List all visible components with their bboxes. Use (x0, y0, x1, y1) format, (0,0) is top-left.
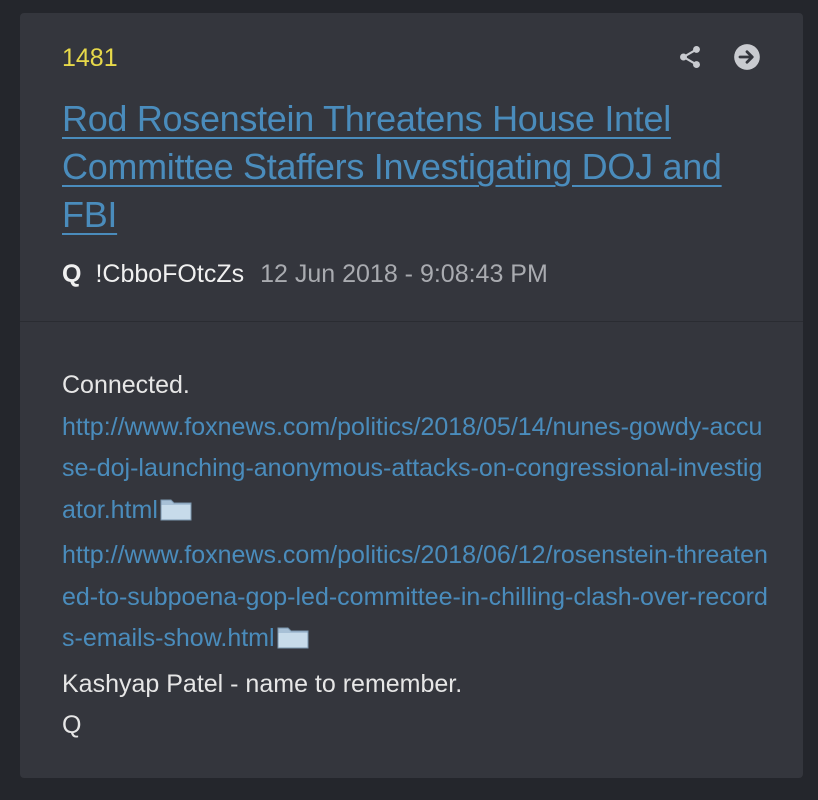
article-link[interactable]: http://www.foxnews.com/politics/2018/06/… (62, 541, 768, 652)
post-title-link[interactable]: Rod Rosenstein Threatens House Intel Com… (62, 95, 762, 239)
goto-post-button[interactable] (731, 41, 763, 73)
post-header: 1481 Rod Rosenstein Threatens House Inte… (20, 13, 803, 322)
body-text: Kashyap Patel - name to remember. (62, 669, 463, 698)
body-link-row: http://www.foxnews.com/politics/2018/05/… (62, 407, 772, 536)
body-link-row: http://www.foxnews.com/politics/2018/06/… (62, 535, 772, 664)
folder-icon[interactable] (159, 494, 193, 536)
share-icon (680, 45, 700, 69)
share-button[interactable] (674, 41, 706, 73)
post-number: 1481 (62, 44, 118, 72)
post-body: Connected. http://www.foxnews.com/politi… (62, 365, 772, 747)
post-timestamp: 12 Jun 2018 - 9:08:43 PM (260, 260, 548, 288)
tripcode: !CbboFOtcZs (95, 260, 245, 288)
post-meta: Q !CbboFOtcZs 12 Jun 2018 - 9:08:43 PM (62, 259, 548, 289)
author-name: Q (62, 260, 82, 288)
body-text: Connected. (62, 371, 190, 399)
post-card: 1481 Rod Rosenstein Threatens House Inte… (20, 13, 803, 778)
folder-icon[interactable] (276, 622, 310, 664)
signature: Q (62, 711, 82, 739)
arrow-right-circle-icon (734, 44, 760, 70)
